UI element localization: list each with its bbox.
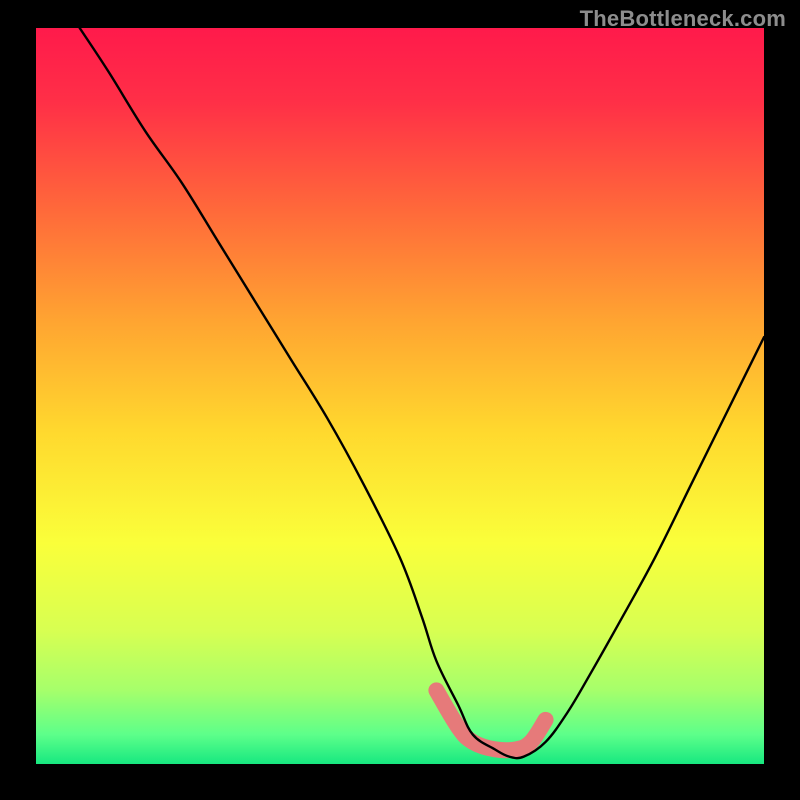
bottleneck-chart bbox=[36, 28, 764, 764]
plot-area bbox=[36, 28, 764, 764]
gradient-background bbox=[36, 28, 764, 764]
watermark-text: TheBottleneck.com bbox=[580, 6, 786, 32]
chart-frame: TheBottleneck.com bbox=[0, 0, 800, 800]
